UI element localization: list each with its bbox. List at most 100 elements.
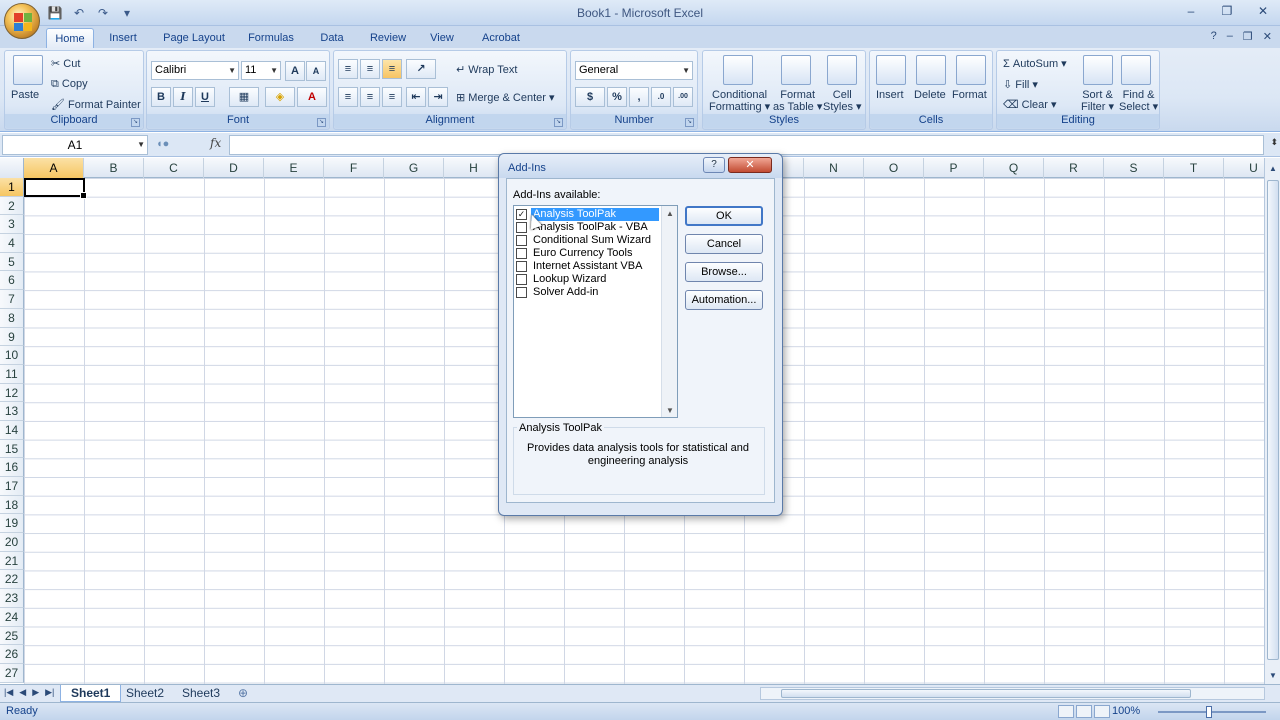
help-icon[interactable]: ? <box>1211 30 1217 43</box>
row-header-14[interactable]: 14 <box>0 420 24 440</box>
checkbox-conditional-sum-wizard[interactable] <box>516 235 527 246</box>
row-header-5[interactable]: 5 <box>0 252 24 272</box>
row-header-22[interactable]: 22 <box>0 570 24 590</box>
delete-cells-icon[interactable] <box>916 55 946 85</box>
row-header-2[interactable]: 2 <box>0 196 24 216</box>
row-header-27[interactable]: 27 <box>0 663 24 683</box>
checkbox-euro-currency-tools[interactable] <box>516 248 527 259</box>
sort-filter-button[interactable]: Sort & Filter ▾ <box>1081 89 1114 113</box>
row-header-11[interactable]: 11 <box>0 364 24 384</box>
dialog-help-button[interactable]: ? <box>703 157 725 173</box>
zoom-slider[interactable] <box>1158 706 1266 718</box>
row-header-6[interactable]: 6 <box>0 271 24 291</box>
tab-home[interactable]: Home <box>46 28 94 48</box>
align-left-icon[interactable]: ≡ <box>338 87 358 107</box>
row-header-9[interactable]: 9 <box>0 327 24 347</box>
insert-cells-button[interactable]: Insert <box>876 89 904 101</box>
cancel-button[interactable]: Cancel <box>685 234 763 254</box>
copy-button[interactable]: ⧉ Copy <box>51 78 88 91</box>
comma-button[interactable]: , <box>629 87 649 107</box>
shrink-font-button[interactable]: A <box>306 61 326 81</box>
format-as-table-icon[interactable] <box>781 55 811 85</box>
row-header-15[interactable]: 15 <box>0 439 24 459</box>
zoom-slider-knob[interactable] <box>1206 706 1212 718</box>
next-sheet-icon[interactable]: ▶ <box>32 687 39 698</box>
column-header-s[interactable]: S <box>1104 158 1164 178</box>
insert-cells-icon[interactable] <box>876 55 906 85</box>
clipboard-launcher-icon[interactable]: ↘ <box>131 118 140 127</box>
cell-styles-button[interactable]: Cell Styles ▾ <box>823 89 862 113</box>
column-header-t[interactable]: T <box>1164 158 1224 178</box>
row-header-18[interactable]: 18 <box>0 495 24 515</box>
delete-cells-button[interactable]: Delete <box>914 89 946 101</box>
align-top-icon[interactable]: ≡ <box>338 59 358 79</box>
list-item[interactable]: Euro Currency Tools <box>516 247 661 260</box>
row-header-12[interactable]: 12 <box>0 383 24 403</box>
close-button[interactable]: ✕ <box>1252 2 1274 20</box>
checkbox-solver-add-in[interactable] <box>516 287 527 298</box>
first-sheet-icon[interactable]: |◀ <box>4 687 13 698</box>
page-break-view-icon[interactable] <box>1094 705 1110 718</box>
active-cell-a1[interactable] <box>24 178 87 199</box>
fill-color-icon[interactable]: ◈ <box>265 87 295 107</box>
conditional-formatting-button[interactable]: Conditional Formatting ▾ <box>709 89 770 113</box>
italic-button[interactable]: I <box>173 87 193 107</box>
cut-button[interactable]: ✂ Cut <box>51 57 80 70</box>
column-header-q[interactable]: Q <box>984 158 1044 178</box>
alignment-launcher-icon[interactable]: ↘ <box>554 118 563 127</box>
format-cells-icon[interactable] <box>956 55 986 85</box>
fill-button[interactable]: ⇩ Fill ▾ <box>1003 78 1038 91</box>
checkbox-analysis-toolpak-vba[interactable] <box>516 222 527 233</box>
workbook-close-button[interactable]: ✕ <box>1263 30 1272 43</box>
row-header-8[interactable]: 8 <box>0 308 24 328</box>
formula-input[interactable] <box>229 135 1264 155</box>
row-header-1[interactable]: 1 <box>0 178 24 197</box>
row-header-10[interactable]: 10 <box>0 346 24 365</box>
find-select-button[interactable]: Find & Select ▾ <box>1119 89 1158 113</box>
column-header-b[interactable]: B <box>84 158 144 178</box>
scroll-down-icon[interactable]: ▼ <box>666 406 674 415</box>
list-item[interactable]: Solver Add-in <box>516 286 661 299</box>
column-header-r[interactable]: R <box>1044 158 1104 178</box>
decrease-decimal-button[interactable]: .00 <box>673 87 693 107</box>
checkbox-internet-assistant-vba[interactable] <box>516 261 527 272</box>
autosum-button[interactable]: Σ AutoSum ▾ <box>1003 57 1067 70</box>
sheet-tab-sheet1[interactable]: Sheet1 <box>60 685 122 702</box>
column-header-u[interactable]: U <box>1224 158 1264 178</box>
wrap-text-button[interactable]: ↵ Wrap Text <box>456 63 517 76</box>
increase-indent-icon[interactable]: ⇥ <box>428 87 448 107</box>
row-header-7[interactable]: 7 <box>0 290 24 309</box>
column-header-e[interactable]: E <box>264 158 324 178</box>
column-header-o[interactable]: O <box>864 158 924 178</box>
orientation-icon[interactable]: ↗ <box>406 59 436 79</box>
row-header-26[interactable]: 26 <box>0 645 24 664</box>
column-header-g[interactable]: G <box>384 158 444 178</box>
clear-button[interactable]: ⌫ Clear ▾ <box>1003 98 1057 111</box>
minimize-button[interactable]: – <box>1180 2 1202 20</box>
cell-styles-icon[interactable] <box>827 55 857 85</box>
tab-data[interactable]: Data <box>312 28 352 48</box>
row-header-13[interactable]: 13 <box>0 402 24 421</box>
align-bottom-icon[interactable]: ≡ <box>382 59 402 79</box>
ribbon-minimize-button[interactable]: – <box>1227 30 1233 43</box>
dialog-title-bar[interactable]: Add-Ins ? ✕ <box>499 154 782 178</box>
merge-center-button[interactable]: ⊞ Merge & Center ▾ <box>456 91 555 104</box>
font-color-icon[interactable]: A <box>297 87 327 107</box>
row-header-17[interactable]: 17 <box>0 477 24 496</box>
font-name-combo[interactable]: Calibri ▼ <box>151 61 239 80</box>
align-right-icon[interactable]: ≡ <box>382 87 402 107</box>
column-header-c[interactable]: C <box>144 158 204 178</box>
font-launcher-icon[interactable]: ↘ <box>317 118 326 127</box>
tab-view[interactable]: View <box>422 28 462 48</box>
grow-font-button[interactable]: A <box>285 61 305 81</box>
decrease-indent-icon[interactable]: ⇤ <box>406 87 426 107</box>
tab-acrobat[interactable]: Acrobat <box>474 28 528 48</box>
row-header-19[interactable]: 19 <box>0 514 24 534</box>
insert-sheet-icon[interactable]: ⊕ <box>228 685 258 702</box>
dialog-close-button[interactable]: ✕ <box>728 157 772 173</box>
column-header-d[interactable]: D <box>204 158 264 178</box>
format-cells-button[interactable]: Format <box>952 89 987 101</box>
zoom-level[interactable]: 100% <box>1112 705 1140 717</box>
sheet-tab-sheet3[interactable]: Sheet3 <box>172 685 230 702</box>
scroll-up-icon[interactable]: ▲ <box>1269 164 1277 173</box>
